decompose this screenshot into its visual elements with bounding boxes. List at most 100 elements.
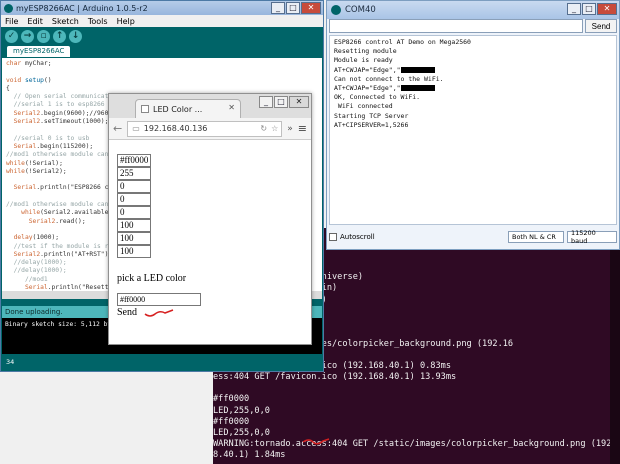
page-icon: ▭ xyxy=(132,124,140,133)
serial-line: Can not connect to the WiFi. xyxy=(334,75,612,84)
code-token: .println("AT+RST"); xyxy=(40,250,113,258)
open-icon[interactable]: ↑ xyxy=(53,29,66,43)
reload-icon[interactable]: ↻ xyxy=(260,124,267,133)
value-field[interactable]: 100 xyxy=(117,219,151,232)
code-token: (1000); xyxy=(32,234,60,242)
code-token: char xyxy=(6,60,25,67)
send-button[interactable]: Send xyxy=(117,307,137,318)
serial-line: Module is ready xyxy=(334,56,612,65)
code-token: while xyxy=(6,159,25,167)
serial-line-text: AT+CWJAP="Edge"," xyxy=(334,65,401,74)
upload-icon[interactable]: → xyxy=(21,29,34,43)
minimize-icon[interactable]: _ xyxy=(271,2,285,14)
code-token: //mod1 otherwise module cant b xyxy=(6,201,120,209)
value-field[interactable]: 0 xyxy=(117,206,151,219)
line-ending-select[interactable]: Both NL & CR xyxy=(508,231,564,243)
page-icon xyxy=(141,105,149,113)
close-tab-icon[interactable]: ✕ xyxy=(228,103,235,112)
code-token: () xyxy=(43,76,52,84)
serial-line: Starting TCP Server xyxy=(334,112,612,121)
minimize-icon[interactable]: _ xyxy=(567,3,581,15)
baud-rate-select[interactable]: 115200 baud xyxy=(567,229,617,245)
serial-line: ESP8266 control AT Demo on Mega2560 xyxy=(334,38,612,47)
verify-icon[interactable]: ✓ xyxy=(5,29,18,43)
serial-line-text: ESP8266 control AT Demo on Mega2560 xyxy=(334,38,471,46)
extensions-icon[interactable]: » xyxy=(287,124,293,134)
code-token: myChar; xyxy=(24,60,52,67)
maximize-icon[interactable]: □ xyxy=(274,96,288,108)
code-token: Serial2 xyxy=(6,118,41,126)
terminal-line: WARNING:tornado.access:404 GET /static/i… xyxy=(213,438,620,449)
menu-sketch[interactable]: Sketch xyxy=(52,17,79,26)
code-token: //delay(1000); xyxy=(6,267,67,275)
code-token: Serial2 xyxy=(6,250,41,258)
value-field[interactable]: 0 xyxy=(117,193,151,206)
value-field[interactable]: #ff0000 xyxy=(117,154,151,167)
serial-line: WiFi connected xyxy=(334,102,612,111)
serial-line-text: Starting TCP Server xyxy=(334,111,409,120)
value-field[interactable]: 0 xyxy=(117,180,151,193)
serial-monitor-window: COM40 _ □ ✕ Send ESP8266 control AT Demo… xyxy=(326,0,620,250)
tab-sketch[interactable]: myESP8266AC xyxy=(7,46,71,57)
menu-tools[interactable]: Tools xyxy=(88,17,108,26)
code-token: setup xyxy=(24,76,44,84)
tab-title: LED Color ... xyxy=(153,104,203,114)
close-icon[interactable]: ✕ xyxy=(289,96,309,108)
menu-file[interactable]: File xyxy=(5,17,18,26)
code-token: //mod1 xyxy=(6,275,48,283)
address-bar[interactable]: ▭ 192.168.40.136 ↻ ☆ xyxy=(127,120,283,137)
new-icon[interactable]: ▫ xyxy=(37,29,50,43)
serial-output-area[interactable]: ESP8266 control AT Demo on Mega2560 Reset… xyxy=(329,35,617,225)
code-token: Serial2 xyxy=(6,217,56,225)
redaction-block xyxy=(400,66,435,73)
serial-line-text: AT+CIPSERVER=1,5266 xyxy=(334,120,409,129)
serial-line-text: AT+CWJAP="Edge"," xyxy=(334,83,401,92)
code-token: .begin(115200); xyxy=(36,142,94,150)
serial-line-text: Can not connect to the WiFi. xyxy=(334,74,444,83)
serial-send-button[interactable]: Send xyxy=(585,19,617,33)
code-token: //test if the module is read xyxy=(6,242,120,250)
terminal-line: ess:404 GET /favicon.ico (192.168.40.1) … xyxy=(213,372,457,383)
code-token: .setTimeout(1000); xyxy=(40,118,109,126)
value-field[interactable]: 100 xyxy=(117,232,151,245)
code-token: .read(); xyxy=(55,217,86,225)
page-content: #ff0000 255 0 0 0 100 100 100 pick a LED… xyxy=(109,140,311,344)
serial-line: AT+CWJAP="Edge"," xyxy=(334,66,612,75)
code-token: while xyxy=(6,209,41,217)
close-icon[interactable]: ✕ xyxy=(597,3,617,15)
pick-color-label: pick a LED color xyxy=(117,273,187,284)
terminal-line: 8.40.1) 1.84ms xyxy=(213,449,286,460)
baud-rate-value: 115200 baud xyxy=(571,229,596,245)
terminal-scrollbar[interactable] xyxy=(610,228,620,464)
menu-edit[interactable]: Edit xyxy=(27,17,43,26)
code-line: { xyxy=(6,85,318,93)
console-text: Binary sketch size: 5,112 bytes xyxy=(5,321,123,328)
code-token: (!Serial); xyxy=(24,159,63,167)
menu-help[interactable]: Help xyxy=(117,17,135,26)
code-token: { xyxy=(6,84,10,92)
browser-tab[interactable]: LED Color ... ✕ xyxy=(135,99,241,118)
menu-icon[interactable]: ≡ xyxy=(298,122,307,135)
value-field[interactable]: 255 xyxy=(117,167,151,180)
terminal-line: LED,255,0,0 xyxy=(213,427,270,438)
color-input[interactable]: #ff0000 xyxy=(117,293,201,306)
maximize-icon[interactable]: □ xyxy=(286,2,300,14)
back-icon[interactable]: ← xyxy=(113,122,122,135)
serial-send-input[interactable] xyxy=(329,19,583,33)
bookmark-star-icon[interactable]: ☆ xyxy=(271,124,278,133)
serial-line-text: OK, Connected to WiFi. xyxy=(334,93,421,102)
minimize-icon[interactable]: _ xyxy=(259,96,273,108)
code-token: Serial2 xyxy=(6,109,41,117)
browser-tabstrip: LED Color ... ✕ _ □ ✕ xyxy=(109,94,311,118)
serial-line: OK, Connected to WiFi. xyxy=(334,93,612,102)
autoscroll-checkbox[interactable] xyxy=(329,233,337,241)
value-field[interactable]: 100 xyxy=(117,245,151,258)
url-text: 192.168.40.136 xyxy=(143,124,208,133)
close-icon[interactable]: ✕ xyxy=(301,2,321,14)
code-token: Serial xyxy=(6,184,37,192)
code-token: Serial xyxy=(6,142,37,150)
code-token: //delay(1000); xyxy=(6,259,67,267)
maximize-icon[interactable]: □ xyxy=(582,3,596,15)
save-icon[interactable]: ↓ xyxy=(69,29,82,43)
